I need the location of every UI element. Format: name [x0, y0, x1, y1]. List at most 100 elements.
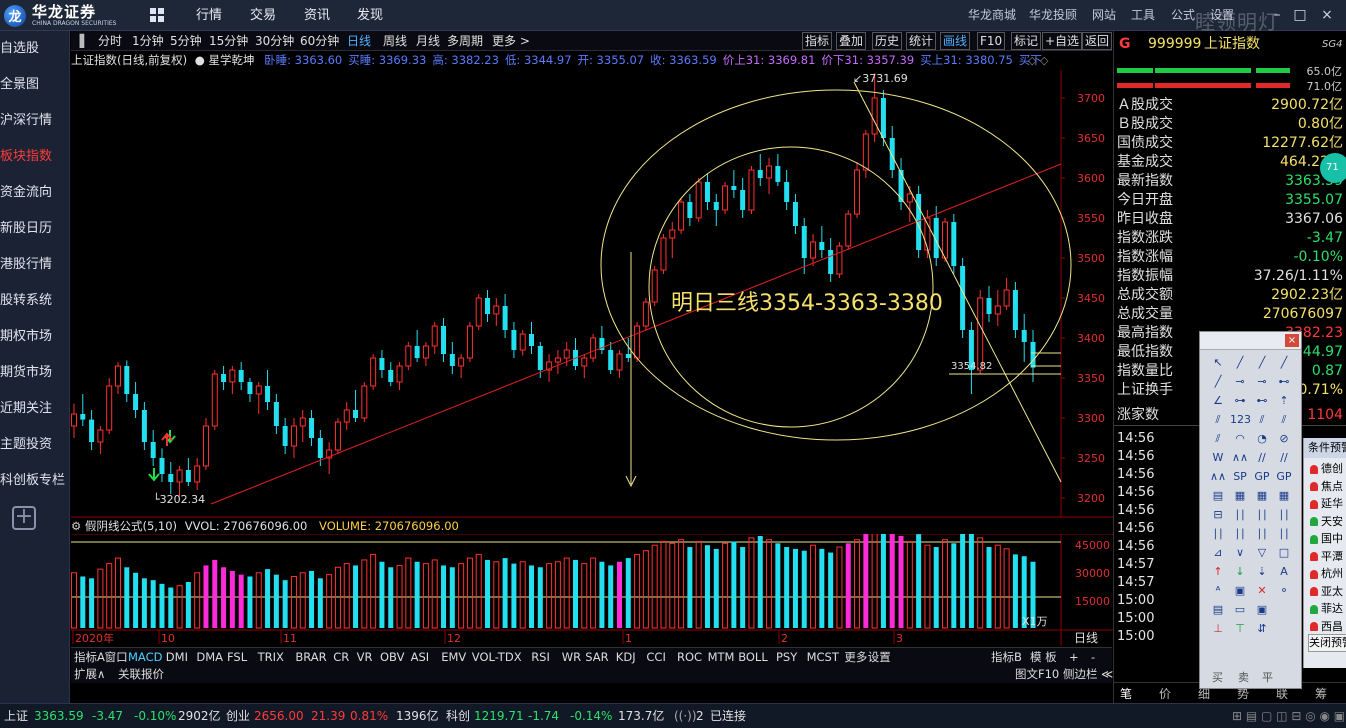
draw-tool-circle-icon[interactable]: ⊘ — [1274, 430, 1294, 448]
related-quote-button[interactable]: 关联报价 — [118, 665, 164, 683]
annotation-text[interactable]: 明日三线3354-3363-3380 — [671, 291, 943, 316]
period-60min[interactable]: 60分钟 — [300, 31, 339, 51]
period-weekly[interactable]: 周线 — [383, 31, 407, 51]
sidebar-item-recent-watch[interactable]: 近期关注 — [0, 391, 70, 427]
period-5min[interactable]: 5分钟 — [170, 31, 202, 51]
draw-tool-flat-mark-icon[interactable]: ⇵ — [1252, 620, 1272, 638]
indicator-right-2[interactable]: + — [1069, 648, 1079, 666]
indicator-tab-4[interactable]: DMA — [196, 648, 223, 666]
draw-tool-hline-icon[interactable]: ⊸ — [1230, 373, 1250, 391]
alert-item[interactable]: 焦点 — [1304, 478, 1346, 496]
sidebar-item-watchlist[interactable]: 自选股 — [0, 31, 70, 67]
sidebar-item-panorama[interactable]: 全景图 — [0, 67, 70, 103]
indicator-tab-5[interactable]: FSL — [227, 648, 247, 666]
draw-tool-gp2-icon[interactable]: GP — [1274, 468, 1294, 486]
sh-index-name[interactable]: 上证 — [4, 704, 28, 728]
tool-draw-line[interactable]: 画线 — [940, 32, 971, 50]
alert-item[interactable]: 德创 — [1304, 460, 1346, 478]
draw-tool-down-triangle-icon[interactable]: ▽ — [1252, 544, 1272, 562]
draw-tool-pointer-icon[interactable]: ↖ — [1208, 354, 1228, 372]
indicator-tab-15[interactable]: WR — [562, 648, 581, 666]
draw-tool-rect-icon[interactable]: □ — [1274, 544, 1294, 562]
indicator-tab-6[interactable]: TRIX — [258, 648, 284, 666]
tool-overlay[interactable]: 叠加 — [836, 32, 867, 50]
sidebar-item-ipo-calendar[interactable]: 新股日历 — [0, 211, 70, 247]
sidebar-item-star-market[interactable]: 科创板专栏 — [0, 463, 70, 499]
draw-tool-box-line-icon[interactable]: ⊟ — [1208, 506, 1228, 524]
f10-button[interactable]: 图文F10 — [1015, 665, 1059, 683]
alert-item[interactable]: 菲达 — [1304, 600, 1346, 618]
indicator-tab-23[interactable]: MCST — [807, 648, 839, 666]
sidebar-item-fund-flow[interactable]: 资金流向 — [0, 175, 70, 211]
close-alert-button[interactable]: 关闭预警 — [1308, 634, 1346, 652]
sidebar-toggle-button[interactable]: 侧边栏 ≪ — [1063, 665, 1113, 683]
indicator-tab-13[interactable]: VOL-TDX — [472, 648, 522, 666]
indicator-tab-21[interactable]: BOLL — [738, 648, 768, 666]
sidebar-item-theme-invest[interactable]: 主题投资 — [0, 427, 70, 463]
nav-quotes[interactable]: 行情 — [196, 0, 222, 31]
sell-shortcut[interactable]: 卖 — [1238, 668, 1249, 688]
draw-tool-hide-icon[interactable]: ⚬ — [1274, 582, 1294, 600]
status-tool-icons[interactable]: ⊞ ▤ ▢ ◫ ⊟ ◎ ◉ ▣ — [1232, 704, 1345, 728]
draw-tool-parallel-icon[interactable]: ⫽ — [1208, 411, 1228, 429]
alert-item[interactable]: 天安 — [1304, 513, 1346, 531]
buy-shortcut[interactable]: 买 — [1212, 668, 1223, 688]
draw-tool-down-arrow2-icon[interactable]: ↓ — [1230, 563, 1250, 581]
sidebar-item-options-market[interactable]: 期权市场 — [0, 319, 70, 355]
draw-tool-trend-icon[interactable]: ╱ — [1208, 373, 1228, 391]
nav-discover[interactable]: 发现 — [357, 0, 383, 31]
close-shortcut[interactable]: 平 — [1262, 668, 1273, 688]
draw-tool-cycle-icon[interactable]: ∣∣ — [1274, 506, 1294, 524]
indicator-right-3[interactable]: - — [1091, 648, 1095, 666]
formula-name[interactable]: 星学乾坤 — [209, 53, 255, 67]
period-daily[interactable]: 日线 — [347, 31, 371, 51]
alert-item[interactable]: 亚太 — [1304, 583, 1346, 601]
minimize-icon[interactable]: – — [1268, 6, 1286, 24]
close-icon[interactable]: × — [1285, 334, 1299, 347]
sidebar-item-sh-sz-quotes[interactable]: 沪深行情 — [0, 103, 70, 139]
draw-tool-vline-icon[interactable]: ⇡ — [1274, 392, 1294, 410]
draw-tool-blank-icon[interactable] — [1274, 601, 1294, 619]
detail-tab-0[interactable]: 笔 — [1120, 685, 1132, 702]
tool-back[interactable]: 返回 — [1082, 32, 1113, 50]
draw-tool-buy-mark-icon[interactable]: ⊥ — [1208, 620, 1228, 638]
tool-stats[interactable]: 统计 — [906, 32, 937, 50]
draw-tool-sp-icon[interactable]: SP — [1230, 468, 1250, 486]
app-grid-icon[interactable] — [150, 8, 164, 22]
sidebar-item-futures-market[interactable]: 期货市场 — [0, 355, 70, 391]
tool-mark[interactable]: 标记 — [1011, 32, 1042, 50]
draw-tool-cycle5-icon[interactable]: ∣∣ — [1274, 525, 1294, 543]
draw-tool-wave2-icon[interactable]: ∧∧ — [1208, 468, 1228, 486]
connection-status[interactable]: 已连接 — [710, 704, 746, 728]
draw-tool-image-icon[interactable]: ▣ — [1252, 601, 1272, 619]
indicator-tab-7[interactable]: BRAR — [295, 648, 326, 666]
alert-item[interactable]: 延华 — [1304, 495, 1346, 513]
draw-tool-square-icon[interactable]: ▣ — [1230, 582, 1250, 600]
alert-item[interactable]: 杭州 — [1304, 565, 1346, 583]
indicator-tab-20[interactable]: MTM — [708, 648, 735, 666]
draw-tool-ray-icon[interactable]: ╱ — [1252, 354, 1272, 372]
link-advisor[interactable]: 华龙投顾 — [1029, 0, 1077, 31]
indicator-tab-14[interactable]: RSI — [531, 648, 550, 666]
draw-tool-zigzag-icon[interactable]: ∧∧ — [1230, 449, 1250, 467]
draw-tool-bar-icon[interactable]: ▭ — [1230, 601, 1250, 619]
draw-tool-channel-icon[interactable]: ⫽ — [1252, 411, 1272, 429]
draw-tool-down-arrow-icon[interactable]: ∨ — [1230, 544, 1250, 562]
tool-history[interactable]: 历史 — [872, 32, 903, 50]
tool-add-watch[interactable]: +自选 — [1042, 32, 1083, 50]
indicator-tab-11[interactable]: ASI — [411, 648, 430, 666]
alert-item[interactable]: 平潭 — [1304, 548, 1346, 566]
draw-tool-circle-arc-icon[interactable]: ◔ — [1252, 430, 1272, 448]
draw-tool-list-icon[interactable]: ▤ — [1208, 601, 1228, 619]
link-mall[interactable]: 华龙商城 — [968, 0, 1016, 31]
draw-tool-number-icon[interactable]: 123 — [1230, 411, 1251, 429]
period-15min[interactable]: 15分钟 — [209, 31, 248, 51]
indicator-tab-24[interactable]: 更多 — [844, 648, 867, 666]
draw-tool-wave-icon[interactable]: W — [1208, 449, 1228, 467]
alert-item[interactable]: 国中 — [1304, 530, 1346, 548]
draw-tool-cycle4-icon[interactable]: ∣∣ — [1252, 525, 1272, 543]
draw-tool-channel3-icon[interactable]: ⫽ — [1208, 430, 1228, 448]
maximize-icon[interactable]: □ — [1291, 6, 1309, 24]
period-multi-period[interactable]: 多周期 — [447, 31, 483, 51]
draw-tool-triangle-icon[interactable]: ⊿ — [1208, 544, 1228, 562]
